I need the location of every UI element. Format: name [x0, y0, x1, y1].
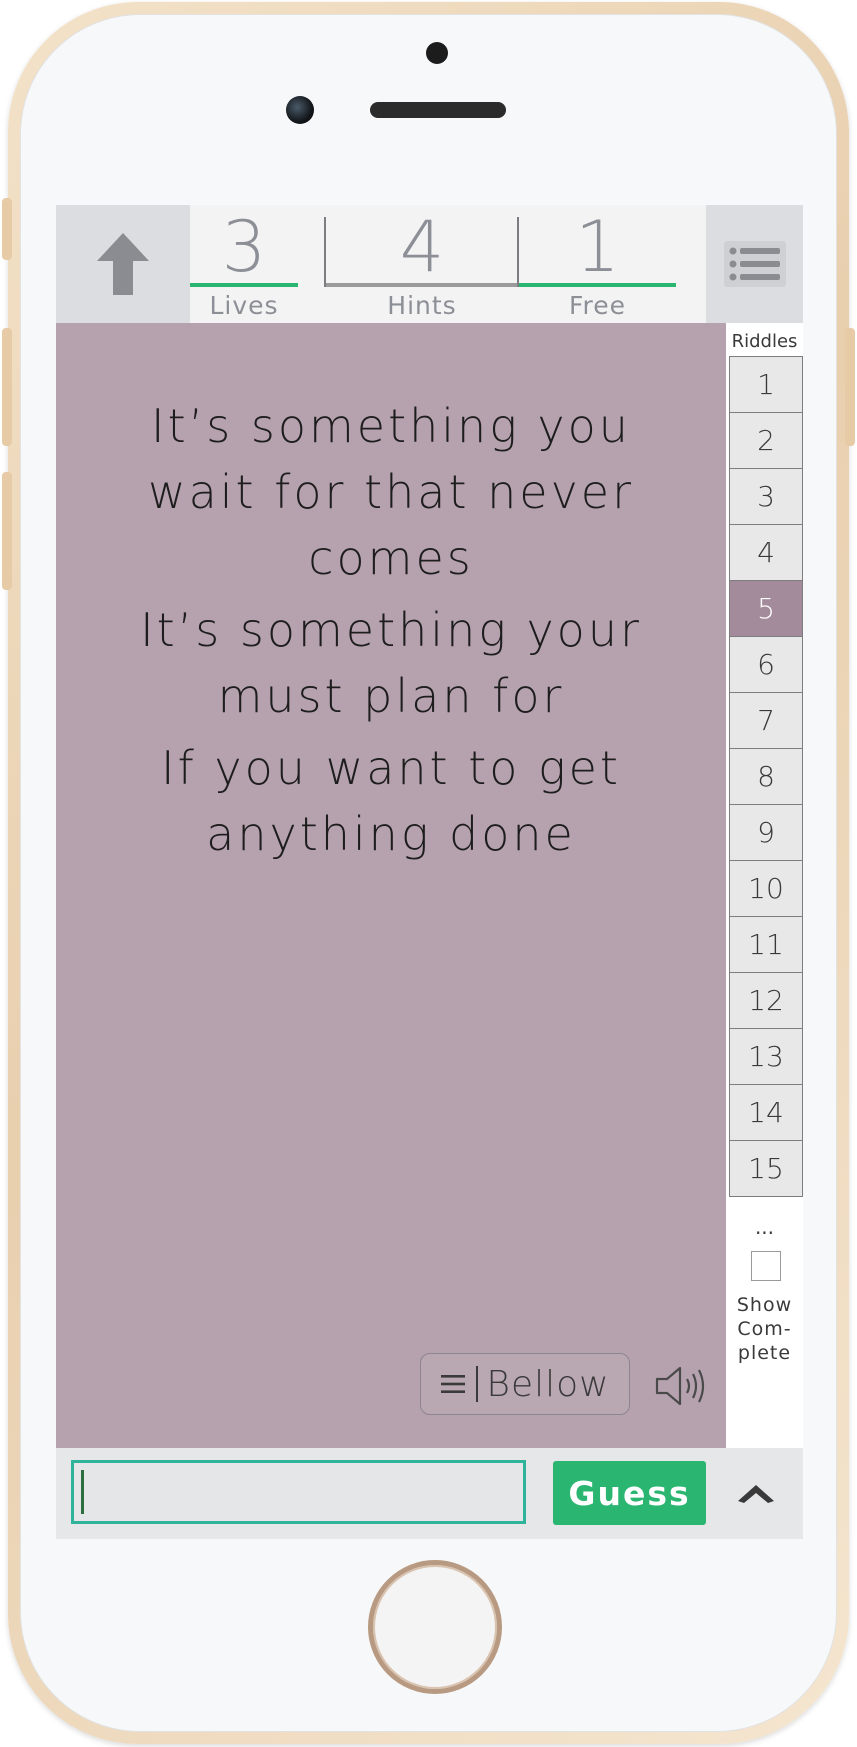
- front-camera: [286, 96, 314, 124]
- riddles-sidebar: Riddles 1 2 3 4 5 6 7 8 9 10 11 12 13 14…: [726, 323, 803, 1448]
- riddle-item[interactable]: 6: [729, 636, 803, 693]
- riddle-item[interactable]: 13: [729, 1028, 803, 1085]
- up-button[interactable]: [56, 205, 190, 323]
- riddle-item[interactable]: 3: [729, 468, 803, 525]
- hints-underline: [326, 283, 518, 287]
- show-complete-label-line: plete: [737, 1342, 792, 1364]
- volume-up-button: [2, 328, 12, 446]
- expand-button[interactable]: [726, 1466, 786, 1522]
- guess-input[interactable]: [71, 1460, 526, 1524]
- riddle-item[interactable]: 7: [729, 692, 803, 749]
- bottom-bar: Guess: [56, 1448, 803, 1539]
- riddle-item[interactable]: 15: [729, 1140, 803, 1197]
- free-label: Free: [568, 291, 627, 320]
- riddle-item[interactable]: 8: [729, 748, 803, 805]
- free-stat: 1 Free: [519, 205, 676, 323]
- speaker-icon: [655, 1366, 705, 1406]
- menu-icon: [723, 241, 786, 287]
- speaker-button[interactable]: [653, 1363, 709, 1409]
- riddle-item-active[interactable]: 5: [729, 580, 803, 637]
- volume-down-button: [2, 472, 12, 590]
- more-riddles-ellipsis: ...: [754, 1215, 775, 1239]
- home-button[interactable]: [368, 1560, 502, 1694]
- free-underline: [519, 283, 676, 287]
- lives-label: Lives: [209, 291, 279, 320]
- bellow-button[interactable]: Bellow: [420, 1353, 630, 1415]
- show-complete-label-line: Com-: [737, 1318, 792, 1340]
- guess-button[interactable]: Guess: [553, 1461, 706, 1525]
- riddle-line: It’s something your must plan for: [140, 603, 642, 723]
- riddle-item[interactable]: 1: [729, 356, 803, 413]
- text-cursor: [81, 1470, 84, 1514]
- bellow-label: Bellow: [486, 1363, 610, 1405]
- riddle-panel: It’s something you wait for that never c…: [56, 323, 726, 1448]
- riddle-item[interactable]: 4: [729, 524, 803, 581]
- arrow-up-icon: [97, 233, 149, 295]
- menu-button[interactable]: [706, 205, 803, 323]
- show-complete-checkbox[interactable]: [751, 1251, 781, 1281]
- lives-underline: [190, 283, 298, 287]
- show-complete-label: Show Com- plete: [726, 1293, 803, 1365]
- top-bar: 3 Lives 4 Hints 1 Free: [56, 205, 803, 323]
- riddle-item[interactable]: 14: [729, 1084, 803, 1141]
- sidebar-title: Riddles: [731, 331, 798, 352]
- riddle-item[interactable]: 2: [729, 412, 803, 469]
- riddle-list: 1 2 3 4 5 6 7 8 9 10 11 12 13 14 15: [729, 356, 803, 1197]
- menu-icon: [441, 1375, 466, 1393]
- riddle-text: It’s something you wait for that never c…: [96, 393, 686, 873]
- hints-value: 4: [399, 206, 445, 288]
- earpiece-speaker: [370, 102, 506, 118]
- riddle-item[interactable]: 12: [729, 972, 803, 1029]
- hints-label: Hints: [387, 291, 457, 320]
- free-value: 1: [575, 206, 620, 288]
- app-screen: 3 Lives 4 Hints 1 Free It’s something yo…: [56, 205, 803, 1539]
- lives-stat: 3 Lives: [190, 205, 298, 323]
- mute-switch: [2, 198, 12, 260]
- hints-stat[interactable]: 4 Hints: [326, 205, 518, 323]
- bellow-separator: [476, 1366, 479, 1402]
- riddle-line: It’s something you wait for that never c…: [147, 399, 635, 585]
- chevron-up-icon: [738, 1485, 774, 1503]
- riddle-item[interactable]: 10: [729, 860, 803, 917]
- riddle-item[interactable]: 11: [729, 916, 803, 973]
- show-complete-label-line: Show: [736, 1294, 793, 1316]
- sensor-dot: [426, 42, 448, 64]
- riddle-line: If you want to get anything done: [161, 741, 621, 861]
- lives-value: 3: [221, 206, 267, 288]
- power-button: [845, 328, 855, 446]
- riddle-item[interactable]: 9: [729, 804, 803, 861]
